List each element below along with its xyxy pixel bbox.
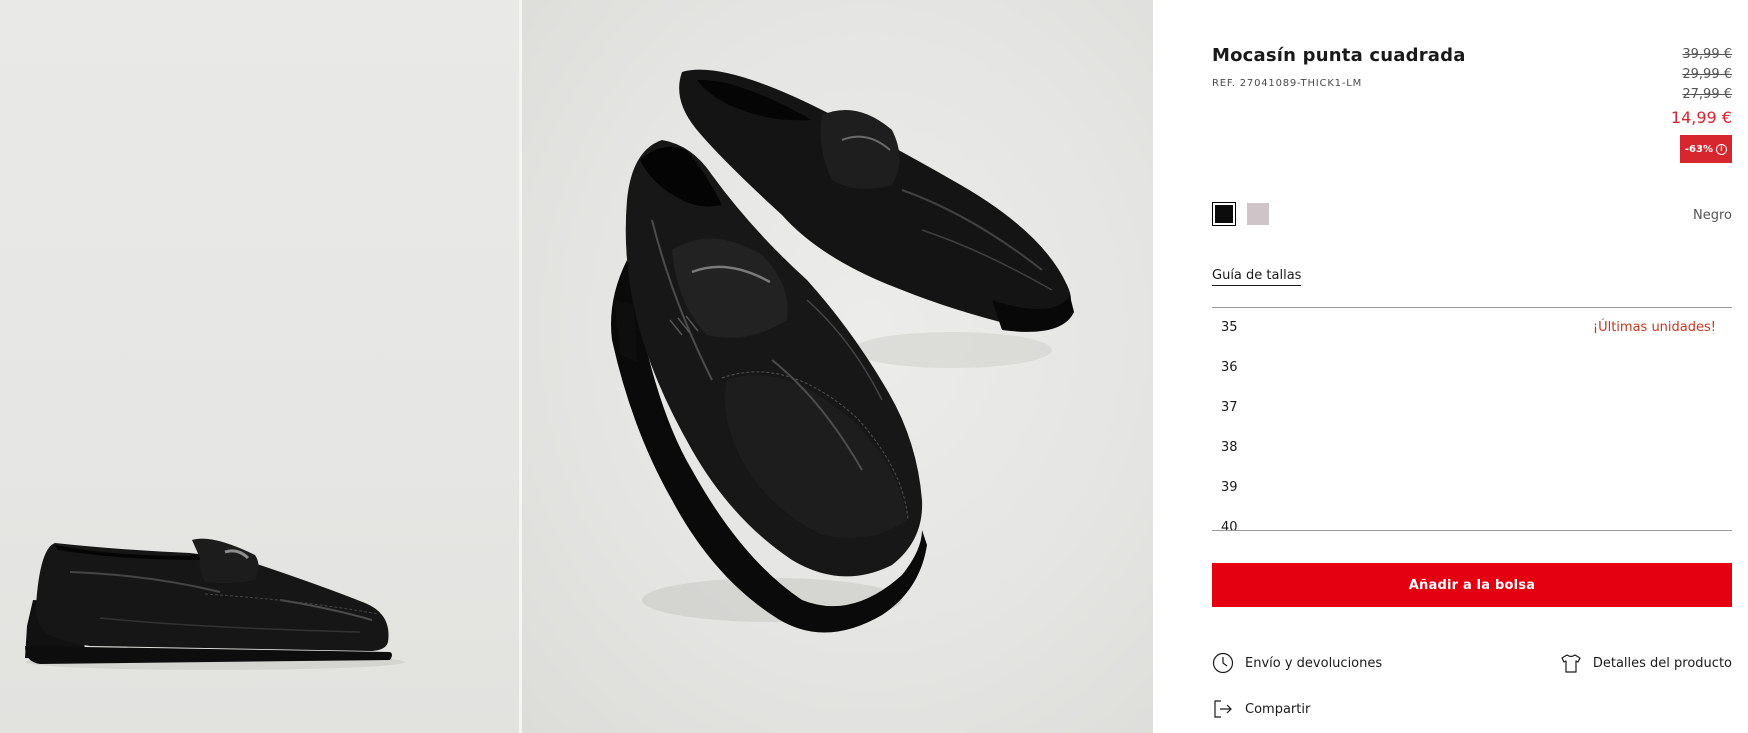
old-price: 29,99 € <box>1682 67 1732 82</box>
info-icon: i <box>1716 143 1727 155</box>
product-title: Mocasín punta cuadrada <box>1212 45 1466 66</box>
product-gallery <box>0 0 1153 733</box>
shipping-returns-link[interactable]: Envío y devoluciones <box>1212 652 1382 674</box>
size-option[interactable]: 38 <box>1212 428 1732 468</box>
size-value: 37 <box>1221 400 1238 415</box>
loafer-side-illustration <box>25 538 405 670</box>
color-swatch-pink[interactable] <box>1247 203 1269 225</box>
size-option[interactable]: 40 <box>1212 508 1732 531</box>
tshirt-icon <box>1561 654 1581 673</box>
share-icon <box>1214 700 1232 718</box>
discount-badge[interactable]: -63% i <box>1679 135 1732 163</box>
share-label: Compartir <box>1245 701 1311 717</box>
size-value: 36 <box>1221 360 1238 375</box>
discount-label: -63% <box>1684 143 1713 155</box>
low-stock-note: ¡Últimas unidades! <box>1592 320 1716 335</box>
size-option[interactable]: 35 ¡Últimas unidades! <box>1212 308 1732 348</box>
shipping-returns-label: Envío y devoluciones <box>1245 655 1383 671</box>
size-value: 38 <box>1221 440 1238 455</box>
old-price: 39,99 € <box>1682 47 1732 62</box>
size-value: 39 <box>1221 480 1238 495</box>
product-page: Mocasín punta cuadrada REF. 27041089-THI… <box>0 0 1748 733</box>
size-value: 35 <box>1221 320 1238 335</box>
product-details-panel: Mocasín punta cuadrada REF. 27041089-THI… <box>1153 0 1748 733</box>
add-to-bag-button[interactable]: Añadir a la bolsa <box>1212 563 1732 607</box>
price-block: 39,99 € 29,99 € 27,99 € 14,99 € -63% i <box>1671 45 1732 163</box>
product-details-label: Detalles del producto <box>1592 655 1732 671</box>
size-guide-link[interactable]: Guía de tallas <box>1212 268 1302 286</box>
product-image-side-view[interactable] <box>0 0 519 733</box>
size-option[interactable]: 37 <box>1212 388 1732 428</box>
product-image-pair-view[interactable] <box>522 0 1153 733</box>
loafer-pair-illustration <box>611 69 1074 633</box>
size-option[interactable]: 36 <box>1212 348 1732 388</box>
share-link[interactable]: Compartir <box>1212 698 1310 720</box>
size-option[interactable]: 39 <box>1212 468 1732 508</box>
color-swatch-black[interactable] <box>1212 202 1236 226</box>
old-price: 27,99 € <box>1682 87 1732 102</box>
size-value: 40 <box>1221 520 1238 531</box>
selected-color-name: Negro <box>1693 208 1732 223</box>
current-price: 14,99 € <box>1670 108 1732 127</box>
product-reference: REF. 27041089-THICK1-LM <box>1212 78 1363 89</box>
clock-icon <box>1212 652 1234 674</box>
size-list[interactable]: 35 ¡Últimas unidades! 36 37 38 39 40 <box>1212 307 1732 531</box>
product-details-link[interactable]: Detalles del producto <box>1560 652 1732 674</box>
